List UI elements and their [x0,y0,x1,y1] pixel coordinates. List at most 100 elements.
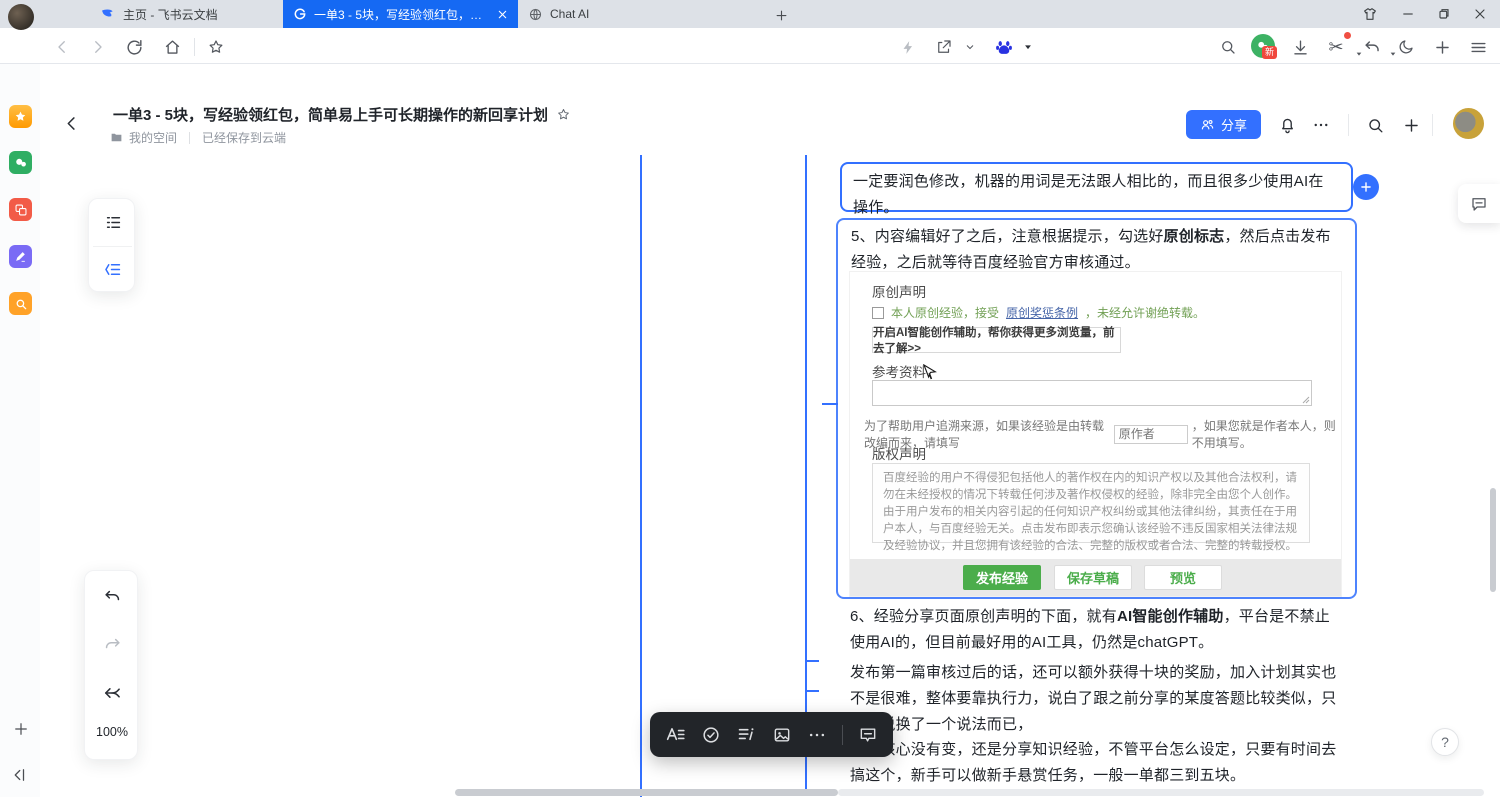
new-badge: 新 [1262,46,1277,59]
collapse-rail-button[interactable] [10,766,28,784]
paragraph: 6、经验分享页面原创声明的下面，就有AI智能创作辅助，平台是不禁止使用AI的，但… [850,604,1338,656]
new-window-button[interactable] [1430,35,1454,59]
search-app-icon[interactable] [9,292,32,315]
text-run-bold: 原创标志 [1164,228,1225,245]
zoom-level[interactable]: 100% [85,725,139,739]
share-page-button[interactable] [932,35,956,59]
insert-image-button[interactable] [772,725,792,745]
redo-button[interactable] [100,633,124,657]
maximize-button[interactable] [1432,3,1456,25]
share-caret-icon[interactable] [958,35,982,59]
horizontal-scrollbar-track[interactable] [838,789,1484,796]
reference-textarea[interactable] [872,380,1312,406]
download-button[interactable] [1288,35,1312,59]
original-claim-checkbox[interactable] [872,307,884,319]
bookmark-star-button[interactable] [204,35,228,59]
tab-title: 主页 - 飞书云文档 [123,6,272,23]
vertical-scrollbar-thumb[interactable] [1490,488,1496,592]
wechat-plugin-button[interactable]: 新 [1250,33,1278,61]
tab-chat-ai[interactable]: Chat AI [518,0,768,28]
folder-icon [110,131,123,144]
share-people-icon [1200,117,1215,132]
embedded-screenshot[interactable]: 原创声明 本人原创经验，接受原创奖惩条例，未经允许谢绝转载。 开启AI智能创作辅… [849,271,1342,597]
resize-handle-icon[interactable] [1302,396,1310,404]
copyright-text-box: 百度经验的用户不得侵犯包括他人的著作权在内的知识产权以及其他合法权利，请勿在未经… [872,463,1310,543]
rail-add-button[interactable] [12,720,30,738]
preview-button[interactable]: 预览 [1144,565,1222,590]
undo-button[interactable] [100,585,124,609]
notes-pen-app-icon[interactable] [9,245,32,268]
more-options-button[interactable] [807,725,827,745]
home-button[interactable] [160,35,184,59]
comment-side-button[interactable] [1458,184,1500,223]
baidu-caret-icon[interactable] [1016,35,1040,59]
copyright-heading: 版权声明 [872,443,926,463]
back-to-edit-position-button[interactable] [100,681,124,705]
paragraph: 但是核心没有变，还是分享知识经验，不管平台怎么设定，只要有时间去搞这个，新手可以… [850,737,1338,789]
publish-button[interactable]: 发布经验 [963,565,1041,590]
minimize-button[interactable] [1396,3,1420,25]
original-claim-row: 本人原创经验，接受原创奖惩条例 ，未经允许谢绝转载。 [872,304,1205,321]
translate-app-icon[interactable] [9,198,32,221]
browser-menu-button[interactable] [1466,35,1490,59]
help-button[interactable]: ? [1431,728,1459,756]
checklist-button[interactable] [701,725,721,745]
back-button[interactable] [50,35,74,59]
breadcrumb: 我的空间 已经保存到云端 [110,129,286,146]
dark-mode-button[interactable] [1394,35,1418,59]
add-block-button[interactable] [1353,174,1379,200]
baidu-extension-button[interactable] [992,35,1016,59]
doc-search-button[interactable] [1362,112,1388,138]
theme-skin-button[interactable] [1358,3,1382,25]
globe-favicon-icon [528,7,543,22]
screenshot-scissors-button[interactable]: ✂ [1324,35,1348,59]
toolbar-divider [194,38,195,56]
space-name[interactable]: 我的空间 [129,129,177,146]
block-handle-tick [806,690,819,692]
comment-button[interactable] [858,725,878,745]
history-zoom-panel: 100% [84,570,138,760]
ai-assist-banner[interactable]: 开启AI智能创作辅助，帮你获得更多浏览量，前去了解>> [872,327,1121,353]
close-button[interactable] [1468,3,1492,25]
claim-text: 本人原创经验，接受 [891,304,999,321]
scissors-notification-dot [1344,32,1351,39]
header-divider [1348,114,1349,136]
doc-back-button[interactable] [60,112,82,134]
share-button[interactable]: 分享 [1186,110,1261,139]
doc-more-button[interactable] [1308,112,1334,138]
form-footer-bar: 发布经验 保存草稿 预览 [850,559,1341,596]
tab-close-icon[interactable] [497,9,508,20]
flash-acceleration-icon[interactable] [896,35,920,59]
reload-button[interactable] [122,35,146,59]
favorites-star-app-icon[interactable] [9,105,32,128]
text-style-button[interactable] [665,724,686,745]
favorite-star-icon[interactable] [556,107,571,122]
paragraph: 5、内容编辑好了之后，注意根据提示，勾选好原创标志，然后点击发布经验，之后就等待… [851,224,1339,276]
find-in-page-button[interactable] [1216,35,1240,59]
claim-text: ，未经允许谢绝转载。 [1085,304,1205,321]
collapse-outline-button[interactable] [101,257,125,281]
list-format-button[interactable] [736,724,757,745]
tab-current-doc[interactable]: 一单3 - 5块，写经验领红包，简单易 [283,0,518,28]
doc-create-button[interactable] [1398,112,1424,138]
tab-feishu-home[interactable]: 主页 - 飞书云文档 [90,0,282,28]
notifications-bell-button[interactable] [1274,112,1300,138]
outline-list-button[interactable] [101,210,125,234]
floating-format-toolbar [650,712,893,757]
tab-title: 一单3 - 5块，写经验领红包，简单易 [314,6,490,23]
save-draft-button[interactable]: 保存草稿 [1054,565,1132,590]
selected-image-block[interactable]: 5、内容编辑好了之后，注意根据提示，勾选好原创标志，然后点击发布经验，之后就等待… [836,218,1357,599]
browser-profile-avatar[interactable] [8,4,34,30]
wechat-app-icon[interactable] [9,151,32,174]
paragraph: 发布第一篇审核过后的话，还可以额外获得十块的奖励，加入计划其实也不是很难，整体要… [850,660,1338,738]
forward-button[interactable] [86,35,110,59]
original-author-input[interactable] [1114,425,1188,444]
claim-rules-link[interactable]: 原创奖惩条例 [1006,304,1078,321]
block-handle-tick [806,660,819,662]
user-avatar[interactable] [1453,108,1484,139]
reference-heading: 参考资料 [872,361,926,381]
horizontal-scrollbar-thumb[interactable] [455,789,838,796]
panel-divider [93,246,132,247]
selected-text-block[interactable]: 一定要润色修改，机器的用词是无法跟人相比的，而且很多少使用AI在操作。 [840,162,1353,212]
new-tab-button[interactable] [770,4,792,26]
